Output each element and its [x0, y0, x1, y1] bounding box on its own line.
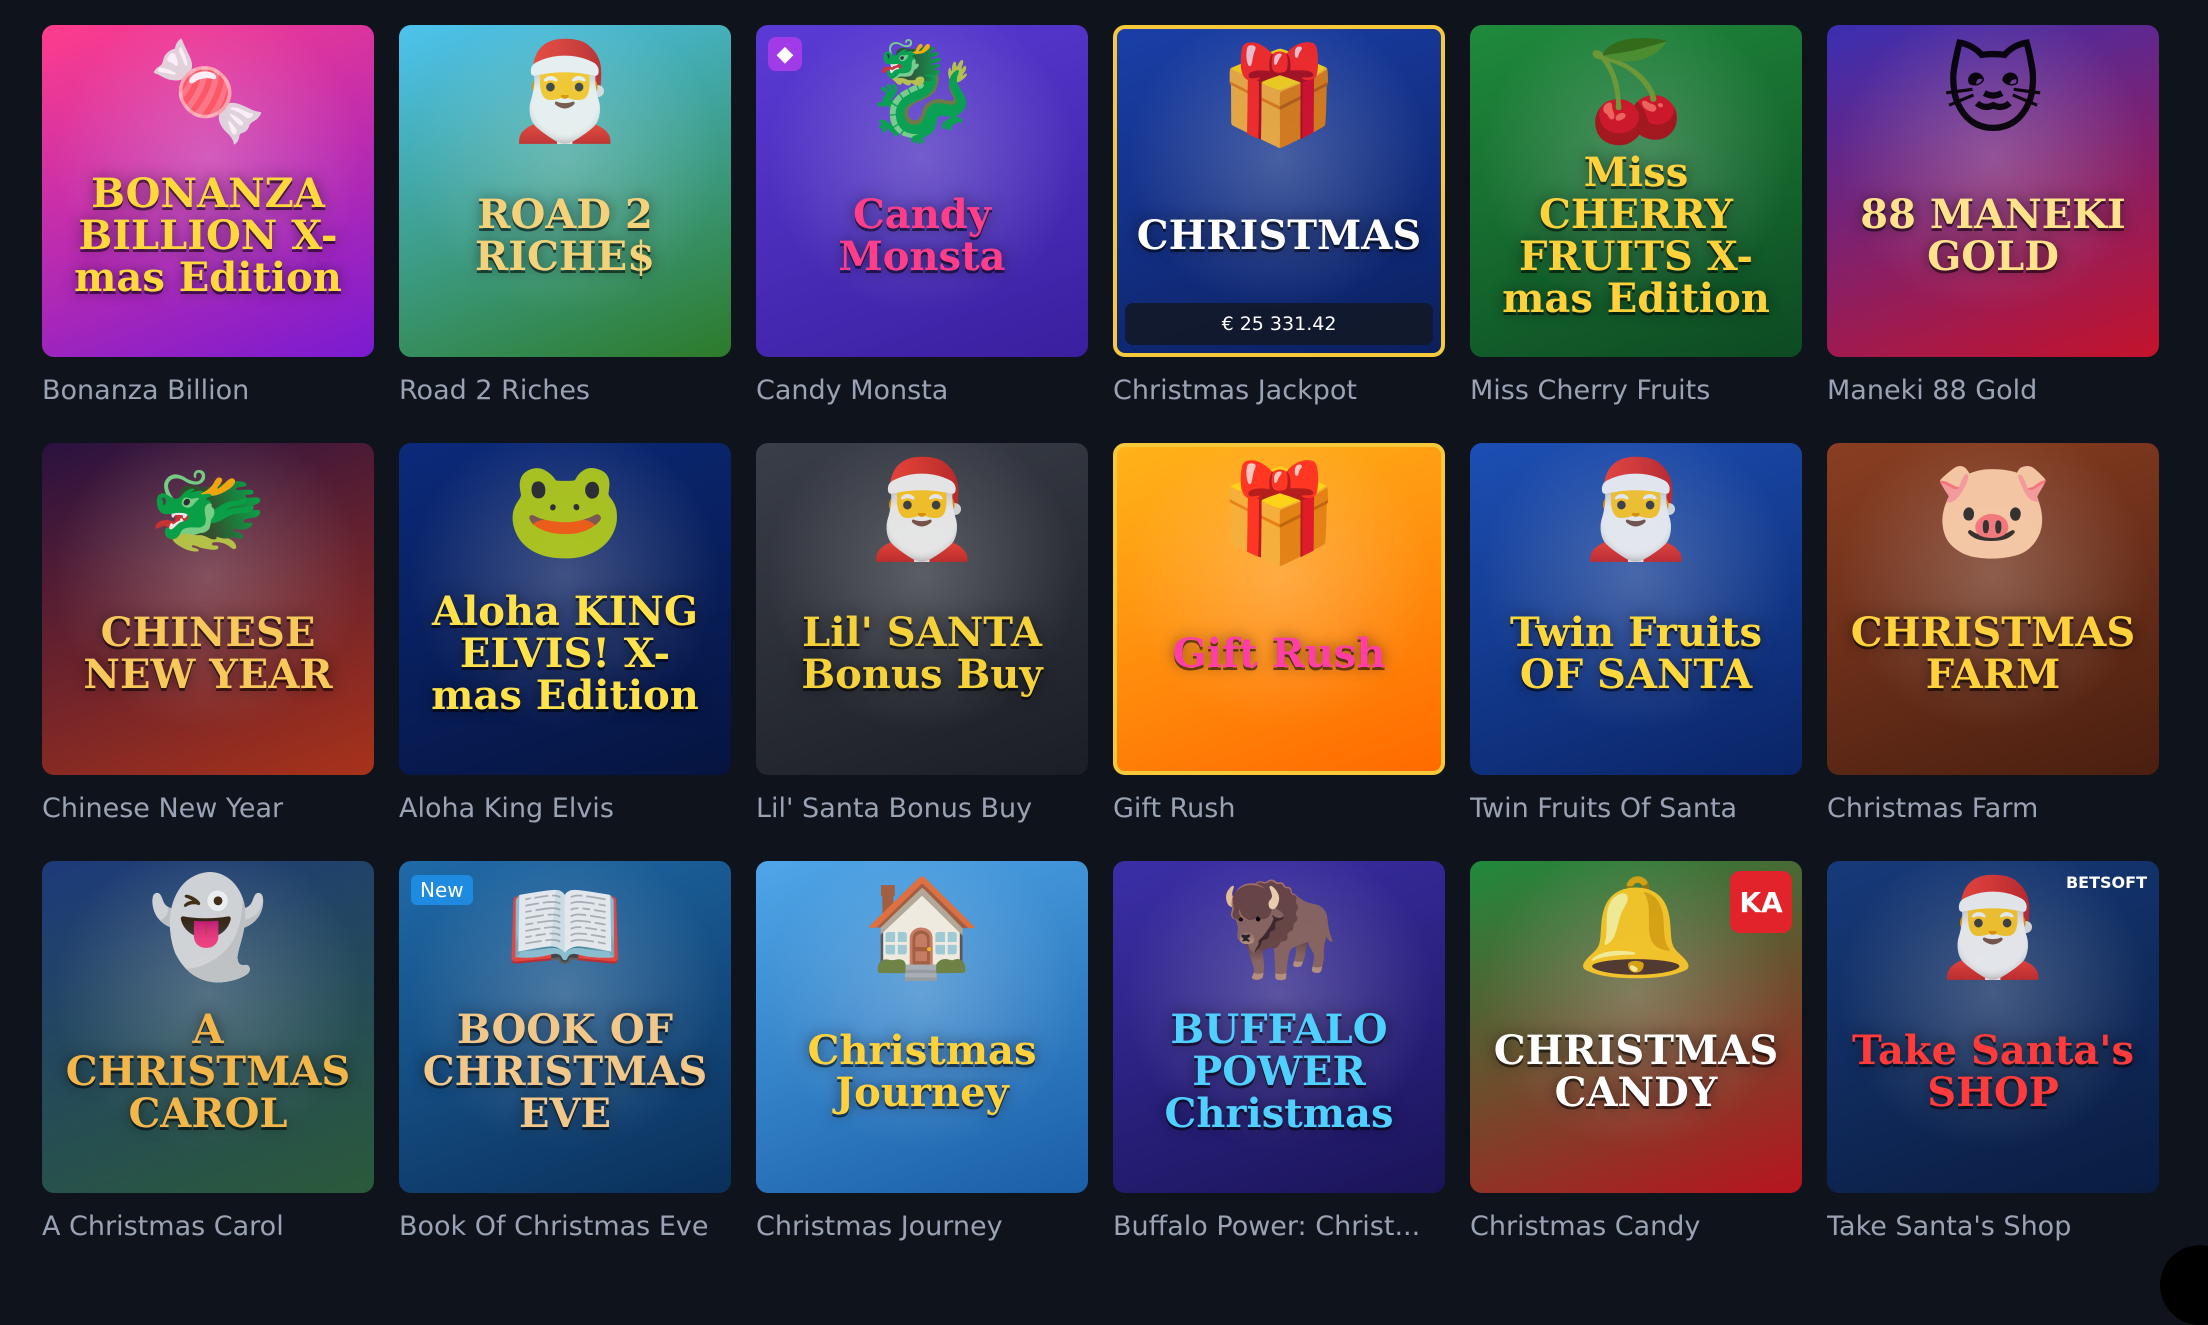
game-art-icon: 🐱 [1942, 35, 2044, 147]
game-card[interactable]: 🍒 Miss CHERRY FRUITS X-mas Edition Miss Ch… [1470, 25, 1802, 411]
game-thumbnail[interactable]: 🦬 BUFFALO POWER Christmas [1113, 861, 1445, 1193]
game-card[interactable]: 🔔 CHRISTMAS CANDY KA Christmas Candy [1470, 861, 1802, 1247]
game-card[interactable]: 🎁 CHRISTMAS € 25 331.42 Christmas Jackpot [1113, 25, 1445, 411]
game-art-icon: 🐲 [148, 453, 268, 565]
game-art-title: CHRISTMAS FARM [1850, 609, 2136, 698]
game-title-label[interactable]: Miss Cherry Fruits [1470, 375, 1802, 411]
game-art-icon: 🍒 [1576, 35, 1696, 147]
game-art-icon: 🍬 [148, 35, 268, 147]
provider-logo-badge: BETSOFT [2065, 873, 2147, 892]
game-title-label[interactable]: Lil' Santa Bonus Buy [756, 793, 1088, 829]
game-grid: 🍬 BONANZA BILLION X-mas Edition Bonanza Bi… [42, 25, 2159, 1247]
game-thumbnail[interactable]: 🎅 Take Santa's SHOP BETSOFT [1827, 861, 2159, 1193]
game-card[interactable]: 🍬 BONANZA BILLION X-mas Edition Bonanza Bi… [42, 25, 374, 411]
game-title-label[interactable]: Bonanza Billion [42, 375, 374, 411]
game-art-title: BOOK OF CHRISTMAS EVE [422, 1006, 708, 1137]
game-title-label[interactable]: Aloha King Elvis [399, 793, 731, 829]
game-title-label[interactable]: A Christmas Carol [42, 1211, 374, 1247]
game-card[interactable]: 🎅 Lil' SANTA Bonus Buy Lil' Santa Bonus Bu… [756, 443, 1088, 829]
game-card[interactable]: 🐷 CHRISTMAS FARM Christmas Farm [1827, 443, 2159, 829]
game-art-title: CHRISTMAS [1136, 212, 1422, 259]
game-title-label[interactable]: Road 2 Riches [399, 375, 731, 411]
game-thumbnail[interactable]: 🐱 88 MANEKI GOLD [1827, 25, 2159, 357]
game-title-label[interactable]: Christmas Candy [1470, 1211, 1802, 1247]
game-title-label[interactable]: Maneki 88 Gold [1827, 375, 2159, 411]
game-thumbnail[interactable]: 🎅 Lil' SANTA Bonus Buy [756, 443, 1088, 775]
new-badge: New [411, 875, 473, 905]
game-card[interactable]: 👻 A CHRISTMAS CAROL A Christmas Carol [42, 861, 374, 1247]
game-art-title: 88 MANEKI GOLD [1860, 191, 2126, 280]
jackpot-amount: € 25 331.42 [1125, 303, 1433, 345]
game-art-icon: 🔔 [1576, 871, 1696, 983]
game-art-title: CHINESE NEW YEAR [83, 609, 333, 698]
game-card[interactable]: 🏠 Christmas Journey Christmas Journey [756, 861, 1088, 1247]
game-art-title: A CHRISTMAS CAROL [65, 1006, 351, 1137]
game-title-label[interactable]: Book Of Christmas Eve [399, 1211, 731, 1247]
game-art-icon: 📖 [505, 871, 625, 983]
game-thumbnail[interactable]: 🐲 CHINESE NEW YEAR [42, 443, 374, 775]
game-art-icon: 🎁 [1219, 457, 1339, 569]
game-title-label[interactable]: Take Santa's Shop [1827, 1211, 2159, 1247]
game-card[interactable]: 🎅 ROAD 2 RICHE$ Road 2 Riches [399, 25, 731, 411]
game-art-icon: 🐷 [1933, 453, 2053, 565]
game-title-label[interactable]: Buffalo Power: Christ... [1113, 1211, 1445, 1247]
game-card[interactable]: 🎅 Twin Fruits OF SANTA Twin Fruits Of Sant… [1470, 443, 1802, 829]
game-art-icon: 🎅 [862, 453, 982, 565]
game-title-label[interactable]: Christmas Jackpot [1113, 375, 1445, 411]
game-thumbnail[interactable]: 🐸 Aloha KING ELVIS! X-mas Edition [399, 443, 731, 775]
game-card[interactable]: 🐉 Candy Monsta ◆ Candy Monsta [756, 25, 1088, 411]
game-art-title: Twin Fruits OF SANTA [1509, 609, 1763, 698]
scroll-to-top-button[interactable] [2160, 1245, 2208, 1325]
game-art-title: CHRISTMAS CANDY [1493, 1027, 1779, 1116]
game-title-label[interactable]: Chinese New Year [42, 793, 374, 829]
game-card[interactable]: 🐱 88 MANEKI GOLD Maneki 88 Gold [1827, 25, 2159, 411]
game-thumbnail[interactable]: 👻 A CHRISTMAS CAROL [42, 861, 374, 1193]
game-art-icon: 🦬 [1219, 871, 1339, 983]
game-thumbnail[interactable]: 🍒 Miss CHERRY FRUITS X-mas Edition [1470, 25, 1802, 357]
game-art-title: ROAD 2 RICHE$ [475, 191, 655, 280]
game-thumbnail[interactable]: 🎅 ROAD 2 RICHE$ [399, 25, 731, 357]
game-title-label[interactable]: Gift Rush [1113, 793, 1445, 829]
gem-icon: ◆ [768, 37, 802, 71]
game-art-icon: 🎁 [1219, 39, 1339, 151]
provider-logo-badge: KA [1730, 871, 1792, 933]
game-title-label[interactable]: Twin Fruits Of Santa [1470, 793, 1802, 829]
game-art-title: BONANZA BILLION X-mas Edition [74, 170, 342, 301]
game-thumbnail[interactable]: 🐉 Candy Monsta ◆ [756, 25, 1088, 357]
game-thumbnail[interactable]: 🔔 CHRISTMAS CANDY KA [1470, 861, 1802, 1193]
game-card[interactable]: 🦬 BUFFALO POWER Christmas Buffalo Power: C… [1113, 861, 1445, 1247]
game-thumbnail[interactable]: 🍬 BONANZA BILLION X-mas Edition [42, 25, 374, 357]
game-art-title: Aloha KING ELVIS! X-mas Edition [431, 588, 699, 719]
game-art-icon: 🎅 [505, 35, 625, 147]
game-thumbnail[interactable]: 🏠 Christmas Journey [756, 861, 1088, 1193]
game-art-title: Christmas Journey [807, 1027, 1037, 1116]
game-art-title: Candy Monsta [838, 191, 1006, 280]
game-title-label[interactable]: Christmas Journey [756, 1211, 1088, 1247]
game-thumbnail[interactable]: 🐷 CHRISTMAS FARM [1827, 443, 2159, 775]
game-thumbnail[interactable]: 📖 BOOK OF CHRISTMAS EVE New [399, 861, 731, 1193]
game-title-label[interactable]: Candy Monsta [756, 375, 1088, 411]
game-card[interactable]: 🎁 Gift Rush Gift Rush [1113, 443, 1445, 829]
game-thumbnail[interactable]: 🎁 Gift Rush [1113, 443, 1445, 775]
game-art-icon: 🎅 [1933, 871, 2053, 983]
game-art-icon: 👻 [148, 871, 268, 983]
game-art-icon: 🎅 [1576, 453, 1696, 565]
game-card[interactable]: 🐲 CHINESE NEW YEAR Chinese New Year [42, 443, 374, 829]
game-art-title: Gift Rush [1172, 630, 1386, 677]
game-thumbnail[interactable]: 🎅 Twin Fruits OF SANTA [1470, 443, 1802, 775]
game-thumbnail[interactable]: 🎁 CHRISTMAS € 25 331.42 [1113, 25, 1445, 357]
game-art-title: Lil' SANTA Bonus Buy [801, 609, 1043, 698]
game-card[interactable]: 🎅 Take Santa's SHOP BETSOFT Take Santa's Sh… [1827, 861, 2159, 1247]
game-card[interactable]: 🐸 Aloha KING ELVIS! X-mas Edition Aloha Ki… [399, 443, 731, 829]
game-art-title: BUFFALO POWER Christmas [1164, 1006, 1394, 1137]
game-art-icon: 🐸 [505, 453, 625, 565]
game-art-title: Miss CHERRY FRUITS X-mas Edition [1502, 149, 1770, 322]
game-art-title: Take Santa's SHOP [1852, 1027, 2134, 1116]
game-art-icon: 🏠 [862, 871, 982, 983]
game-card[interactable]: 📖 BOOK OF CHRISTMAS EVE New Book Of Christm… [399, 861, 731, 1247]
game-art-icon: 🐉 [862, 35, 982, 147]
game-title-label[interactable]: Christmas Farm [1827, 793, 2159, 829]
